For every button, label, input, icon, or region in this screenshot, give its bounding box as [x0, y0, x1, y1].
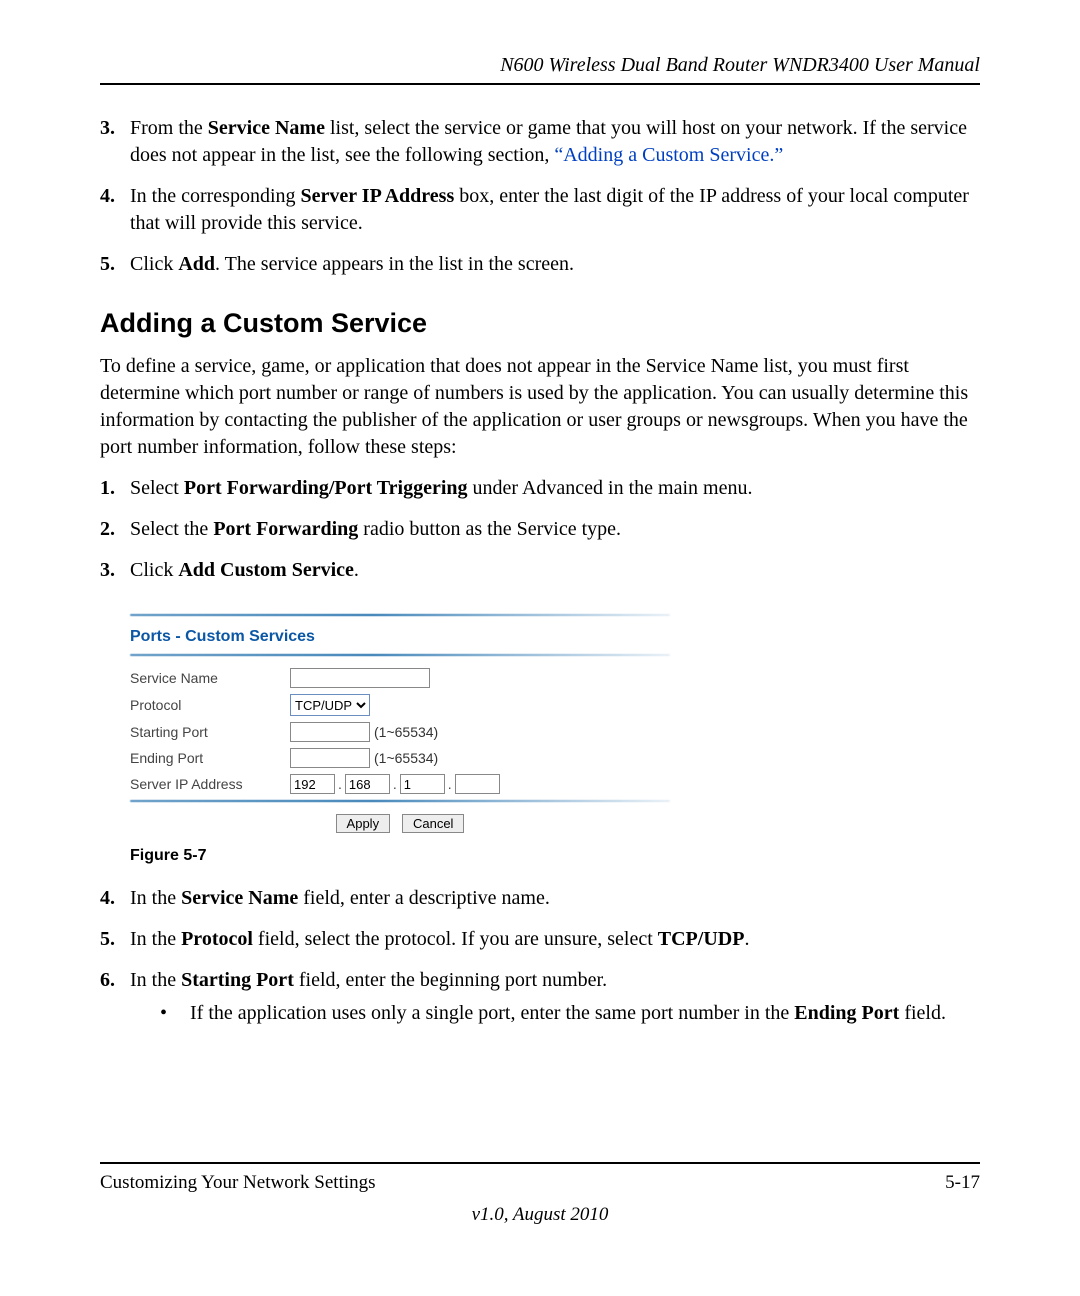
form-title: Ports - Custom Services	[130, 628, 670, 646]
ip-separator: .	[448, 776, 452, 792]
text: field.	[899, 1002, 946, 1024]
footer-chapter: Customizing Your Network Settings	[100, 1172, 376, 1194]
text: Click	[130, 559, 178, 581]
ip-separator: .	[393, 776, 397, 792]
text: field, select the protocol. If you are u…	[253, 928, 658, 950]
label-service-name: Service Name	[130, 670, 290, 686]
text: In the	[130, 969, 181, 991]
text: .	[354, 559, 359, 581]
ip-octet-1-input[interactable]	[290, 774, 335, 794]
bold-term: Server IP Address	[301, 185, 455, 207]
bold-term: Add Custom Service	[178, 559, 354, 581]
step-body: Select the Port Forwarding radio button …	[130, 516, 980, 543]
text: . The service appears in the list in the…	[215, 253, 574, 275]
ip-octet-3-input[interactable]	[400, 774, 445, 794]
step-body: In the Protocol field, select the protoc…	[130, 926, 980, 953]
text: field, enter a descriptive name.	[298, 887, 550, 909]
text: Click	[130, 253, 178, 275]
starting-port-input[interactable]	[290, 722, 370, 742]
step-number: 3.	[100, 557, 130, 584]
cancel-button[interactable]: Cancel	[402, 814, 464, 833]
bold-term: Port Forwarding/Port Triggering	[184, 477, 468, 499]
figure-caption: Figure 5-7	[130, 847, 980, 865]
text: If the application uses only a single po…	[190, 1002, 794, 1024]
decorative-rule	[130, 654, 670, 656]
label-starting-port: Starting Port	[130, 724, 290, 740]
protocol-select[interactable]: TCP/UDP	[290, 694, 370, 716]
text: In the corresponding	[130, 185, 301, 207]
step-body: Click Add. The service appears in the li…	[130, 251, 980, 278]
label-ending-port: Ending Port	[130, 750, 290, 766]
ip-separator: .	[338, 776, 342, 792]
header-rule	[100, 83, 980, 85]
step-number: 3.	[100, 115, 130, 169]
decorative-rule	[130, 800, 670, 802]
step-number: 5.	[100, 926, 130, 953]
port-range-hint: (1~65534)	[374, 724, 438, 740]
ip-octet-4-input[interactable]	[455, 774, 500, 794]
footer-version: v1.0, August 2010	[100, 1204, 980, 1226]
ending-port-input[interactable]	[290, 748, 370, 768]
label-protocol: Protocol	[130, 697, 290, 713]
step-body: In the Service Name field, enter a descr…	[130, 885, 980, 912]
service-name-input[interactable]	[290, 668, 430, 688]
page-header: N600 Wireless Dual Band Router WNDR3400 …	[100, 54, 980, 77]
step-body: Select Port Forwarding/Port Triggering u…	[130, 475, 980, 502]
step-number: 1.	[100, 475, 130, 502]
cross-ref-link[interactable]: “Adding a Custom Service.”	[554, 144, 783, 166]
text: From the	[130, 117, 208, 139]
apply-button[interactable]: Apply	[336, 814, 391, 833]
embedded-form-screenshot: Ports - Custom Services Service Name Pro…	[130, 614, 670, 833]
step-body: In the Starting Port field, enter the be…	[130, 967, 980, 1027]
text: In the	[130, 887, 181, 909]
bold-term: Protocol	[181, 928, 253, 950]
text: Select	[130, 477, 184, 499]
bold-term: TCP/UDP	[658, 928, 745, 950]
bullet-body: If the application uses only a single po…	[190, 1000, 946, 1027]
text: under Advanced in the main menu.	[468, 477, 753, 499]
bold-term: Ending Port	[794, 1002, 899, 1024]
step-body: From the Service Name list, select the s…	[130, 115, 980, 169]
step-body: In the corresponding Server IP Address b…	[130, 183, 980, 237]
port-range-hint: (1~65534)	[374, 750, 438, 766]
text: field, enter the beginning port number.	[294, 969, 607, 991]
section-heading: Adding a Custom Service	[100, 308, 980, 339]
decorative-rule	[130, 614, 670, 616]
footer-page-number: 5-17	[945, 1172, 980, 1194]
step-number: 4.	[100, 183, 130, 237]
ip-octet-2-input[interactable]	[345, 774, 390, 794]
step-number: 2.	[100, 516, 130, 543]
bullet-icon: •	[160, 1000, 190, 1027]
label-server-ip: Server IP Address	[130, 776, 290, 792]
bold-term: Port Forwarding	[213, 518, 358, 540]
section-intro: To define a service, game, or applicatio…	[100, 353, 980, 461]
bold-term: Starting Port	[181, 969, 294, 991]
footer-rule	[100, 1162, 980, 1164]
step-body: Click Add Custom Service.	[130, 557, 980, 584]
bold-term: Service Name	[208, 117, 325, 139]
step-number: 4.	[100, 885, 130, 912]
step-number: 6.	[100, 967, 130, 1027]
text: .	[744, 928, 749, 950]
bold-term: Service Name	[181, 887, 298, 909]
step-number: 5.	[100, 251, 130, 278]
bold-term: Add	[178, 253, 215, 275]
text: Select the	[130, 518, 213, 540]
text: radio button as the Service type.	[358, 518, 621, 540]
text: In the	[130, 928, 181, 950]
